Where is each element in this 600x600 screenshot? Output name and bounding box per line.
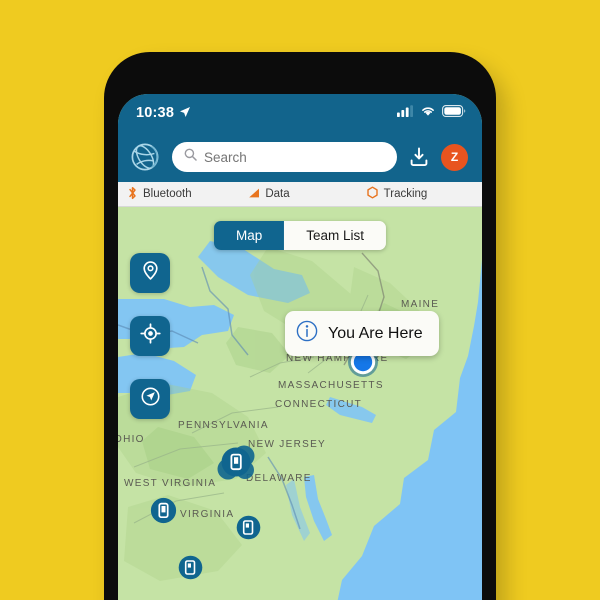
crosshair-target-icon <box>139 323 161 349</box>
cellular-signal-icon <box>397 104 414 122</box>
map-pin-icon <box>140 260 161 286</box>
status-item-tracking[interactable]: Tracking <box>364 186 482 202</box>
data-signal-icon <box>247 187 260 202</box>
status-bar-time: 10:38 <box>136 105 175 121</box>
search-icon <box>184 148 197 166</box>
globe-logo-icon[interactable] <box>130 141 162 173</box>
status-item-label: Data <box>265 188 290 200</box>
callout-label: You Are Here <box>328 324 423 342</box>
view-toggle[interactable]: Map Team List <box>213 221 387 250</box>
status-item-label: Bluetooth <box>143 188 192 200</box>
locate-me-tool[interactable] <box>130 316 170 356</box>
search-field[interactable] <box>172 142 397 172</box>
avatar[interactable]: Z <box>441 143 468 171</box>
device-marker-south[interactable] <box>178 555 203 585</box>
bluetooth-icon <box>127 186 138 203</box>
battery-icon <box>442 104 466 122</box>
device-marker-virginia[interactable] <box>150 497 177 529</box>
map-view[interactable]: MAINE NEW HAMPSHIRE MASSACHUSETTS CONNEC… <box>118 207 482 600</box>
connection-status-strip: Bluetooth Data Tracking <box>118 182 482 207</box>
search-input[interactable] <box>204 149 385 165</box>
status-bar: 10:38 <box>118 94 482 132</box>
status-item-label: Tracking <box>383 188 428 200</box>
you-are-here-callout[interactable]: You Are Here <box>285 311 439 356</box>
phone-screen: 10:38 Search Z Bluetooth Data Tracking M… <box>118 94 482 600</box>
device-marker-coastal[interactable] <box>236 515 261 545</box>
download-icon[interactable] <box>407 145 431 169</box>
map-canvas <box>118 207 482 600</box>
status-bar-indicators <box>397 104 466 122</box>
wifi-icon <box>420 104 436 122</box>
app-header: Z <box>118 132 482 182</box>
status-item-bluetooth[interactable]: Bluetooth <box>118 186 243 203</box>
navigate-tool[interactable] <box>130 379 170 419</box>
device-marker-cluster[interactable] <box>214 443 260 488</box>
info-circle-icon <box>296 320 318 347</box>
navigation-arrow-icon <box>140 386 161 412</box>
map-tool-stack <box>130 253 170 419</box>
tracking-hexagon-icon <box>366 186 379 202</box>
map-pin-tool[interactable] <box>130 253 170 293</box>
status-item-data[interactable]: Data <box>243 187 363 202</box>
phone-device-frame: 10:38 Search Z Bluetooth Data Tracking M… <box>104 52 496 600</box>
tab-map[interactable]: Map <box>213 221 285 250</box>
tab-team-list[interactable]: Team List <box>284 221 387 250</box>
location-arrow-icon <box>179 105 191 123</box>
